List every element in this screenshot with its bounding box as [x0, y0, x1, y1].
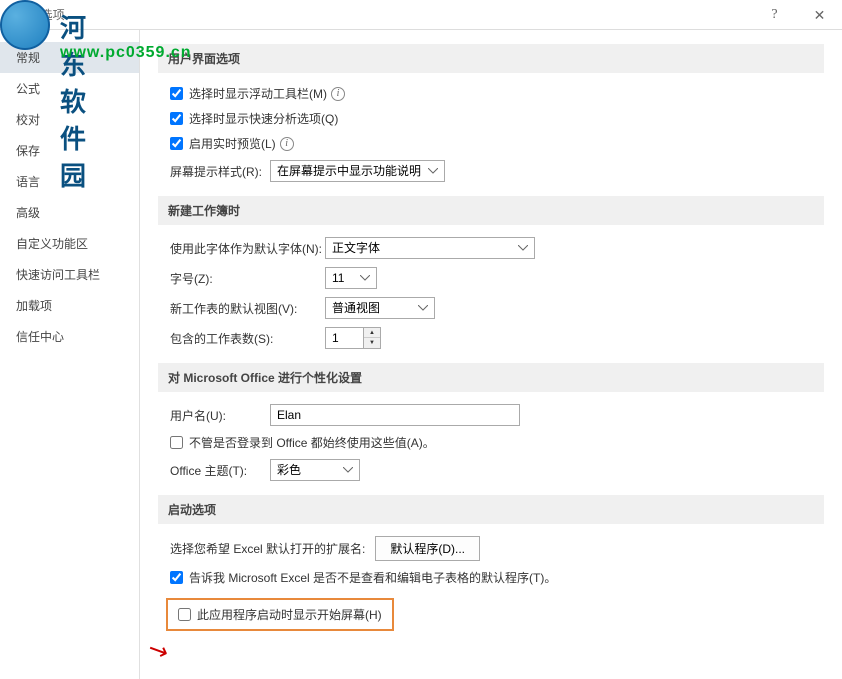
tell-me-checkbox[interactable] [170, 571, 183, 584]
sidebar-item-general[interactable]: 常规 [0, 42, 139, 73]
section-ui-header: 用户界面选项 [158, 44, 824, 73]
sheets-count-label: 包含的工作表数(S): [170, 330, 325, 347]
extensions-label: 选择您希望 Excel 默认打开的扩展名: [170, 540, 365, 557]
mini-toolbar-checkbox-label[interactable]: 选择时显示浮动工具栏(M) [170, 85, 327, 102]
always-use-checkbox[interactable] [170, 436, 183, 449]
username-label: 用户名(U): [170, 407, 270, 424]
start-screen-checkbox[interactable] [178, 608, 191, 621]
font-size-label: 字号(Z): [170, 270, 325, 287]
sidebar-item-save[interactable]: 保存 [0, 135, 139, 166]
sidebar-item-addins[interactable]: 加载项 [0, 290, 139, 321]
theme-select[interactable]: 彩色 [270, 459, 360, 481]
sidebar-item-advanced[interactable]: 高级 [0, 197, 139, 228]
help-button[interactable]: ? [752, 0, 797, 30]
titlebar: Excel 选项 ? ✕ [0, 0, 842, 30]
mini-toolbar-checkbox[interactable] [170, 87, 183, 100]
font-size-select[interactable]: 11 [325, 267, 377, 289]
spinner-up-icon[interactable]: ▲ [364, 328, 380, 338]
screentip-select[interactable]: 在屏幕提示中显示功能说明 [270, 160, 445, 182]
default-font-select[interactable]: 正文字体 [325, 237, 535, 259]
sidebar-item-trust-center[interactable]: 信任中心 [0, 321, 139, 352]
default-view-select[interactable]: 普通视图 [325, 297, 435, 319]
sheets-count-spinner[interactable]: ▲ ▼ [325, 327, 381, 349]
live-preview-checkbox-label[interactable]: 启用实时预览(L) [170, 135, 276, 152]
sidebar-item-quick-access[interactable]: 快速访问工具栏 [0, 259, 139, 290]
start-screen-checkbox-label[interactable]: 此应用程序启动时显示开始屏幕(H) [178, 606, 382, 623]
tell-me-checkbox-label[interactable]: 告诉我 Microsoft Excel 是否不是查看和编辑电子表格的默认程序(T… [170, 569, 556, 586]
always-use-checkbox-label[interactable]: 不管是否登录到 Office 都始终使用这些值(A)。 [170, 434, 435, 451]
close-button[interactable]: ✕ [797, 0, 842, 30]
spinner-down-icon[interactable]: ▼ [364, 338, 380, 348]
section-personalize-header: 对 Microsoft Office 进行个性化设置 [158, 363, 824, 392]
sidebar: 常规 公式 校对 保存 语言 高级 自定义功能区 快速访问工具栏 加载项 信任中… [0, 30, 140, 679]
info-icon[interactable]: i [280, 137, 294, 151]
window-title: Excel 选项 [8, 6, 65, 23]
live-preview-checkbox[interactable] [170, 137, 183, 150]
content-panel: 用户界面选项 选择时显示浮动工具栏(M) i 选择时显示快速分析选项(Q) 启用… [140, 30, 842, 679]
default-view-label: 新工作表的默认视图(V): [170, 300, 325, 317]
theme-label: Office 主题(T): [170, 462, 270, 479]
default-font-label: 使用此字体作为默认字体(N): [170, 240, 325, 257]
sidebar-item-customize-ribbon[interactable]: 自定义功能区 [0, 228, 139, 259]
annotation-highlight: 此应用程序启动时显示开始屏幕(H) [166, 598, 394, 631]
username-input[interactable] [270, 404, 520, 426]
sidebar-item-language[interactable]: 语言 [0, 166, 139, 197]
sidebar-item-formulas[interactable]: 公式 [0, 73, 139, 104]
quick-analysis-checkbox-label[interactable]: 选择时显示快速分析选项(Q) [170, 110, 338, 127]
sheets-count-input[interactable] [325, 327, 363, 349]
sidebar-item-proofing[interactable]: 校对 [0, 104, 139, 135]
section-startup-header: 启动选项 [158, 495, 824, 524]
quick-analysis-checkbox[interactable] [170, 112, 183, 125]
screentip-label: 屏幕提示样式(R): [170, 163, 270, 180]
default-programs-button[interactable]: 默认程序(D)... [375, 536, 480, 561]
section-workbook-header: 新建工作簿时 [158, 196, 824, 225]
info-icon[interactable]: i [331, 87, 345, 101]
